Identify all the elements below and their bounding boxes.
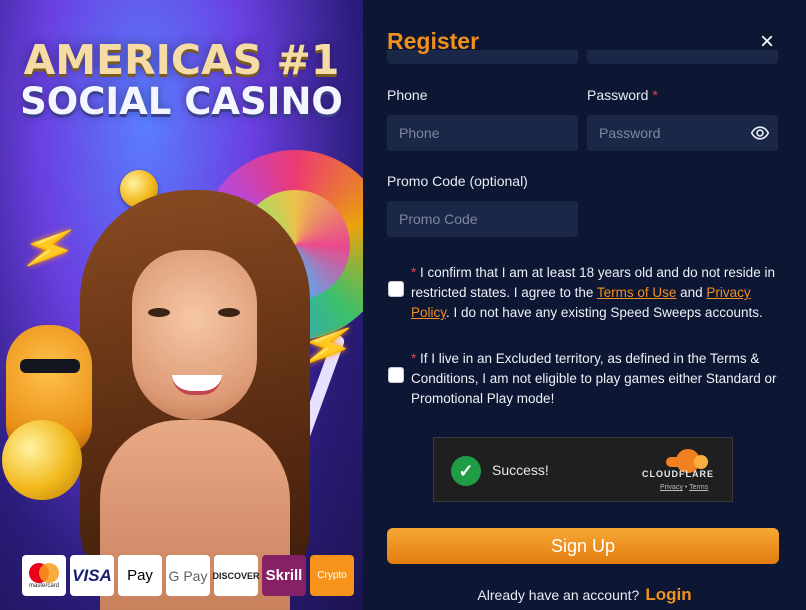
required-mark: * [652, 87, 658, 103]
apple-pay-logo: Pay [118, 555, 162, 596]
coin-graphic [2, 420, 82, 500]
excluded-territory-text: * If I live in an Excluded territory, as… [411, 351, 777, 406]
sign-up-button[interactable]: Sign Up [387, 528, 779, 564]
headline-line2: SOCIAL CASINO [20, 80, 343, 124]
discover-logo: DISCOVER [213, 555, 260, 596]
eye-icon[interactable] [750, 123, 770, 143]
login-prompt: Already have an account? Login [477, 585, 692, 604]
mastercard-logo: mastercard [22, 555, 66, 596]
cloudflare-captcha[interactable]: ✓ Success! CLOUDFLARE Privacy • Terms [433, 437, 733, 502]
terms-of-use-link[interactable]: Terms of Use [597, 285, 677, 300]
register-form: Register × Phone Password * Promo Code (… [363, 0, 806, 610]
headline-line1: AMERICAS #1 [23, 36, 340, 84]
mastercard-icon [29, 562, 59, 583]
form-title: Register [387, 28, 480, 54]
login-link[interactable]: Login [645, 585, 691, 604]
password-label: Password * [587, 87, 658, 103]
google-pay-logo: G Pay [166, 555, 210, 596]
age-terms-checkbox[interactable] [388, 281, 404, 297]
register-modal: ⚡ ⚡ AMERICAS #1 SOCIAL CASINO mastercard… [0, 0, 806, 610]
crypto-logo: Crypto [310, 555, 354, 596]
captcha-terms-link[interactable]: Terms [689, 484, 708, 491]
checkmark-icon: ✓ [451, 456, 481, 486]
promo-code-label: Promo Code (optional) [387, 173, 528, 189]
lightning-icon: ⚡ [15, 216, 84, 281]
payment-methods: mastercard VISA Pay G Pay DISCOVER Skril… [22, 555, 354, 596]
visa-logo: VISA [70, 555, 114, 596]
model-photo [80, 190, 310, 610]
promo-code-input[interactable] [387, 201, 578, 237]
captcha-privacy-link[interactable]: Privacy [660, 484, 683, 491]
promo-headline: AMERICAS #1 SOCIAL CASINO [0, 38, 363, 122]
captcha-status: Success! [492, 462, 549, 478]
phone-input[interactable] [387, 115, 578, 151]
phone-label: Phone [387, 87, 428, 103]
promo-banner: ⚡ ⚡ AMERICAS #1 SOCIAL CASINO mastercard… [0, 0, 363, 610]
close-icon[interactable]: × [756, 30, 778, 54]
cloudflare-logo-icon [666, 449, 708, 473]
excluded-territory-checkbox[interactable] [388, 367, 404, 383]
skrill-logo: Skrill [262, 555, 306, 596]
scrolled-field [587, 50, 778, 64]
age-terms-text: * I confirm that I am at least 18 years … [411, 265, 775, 320]
